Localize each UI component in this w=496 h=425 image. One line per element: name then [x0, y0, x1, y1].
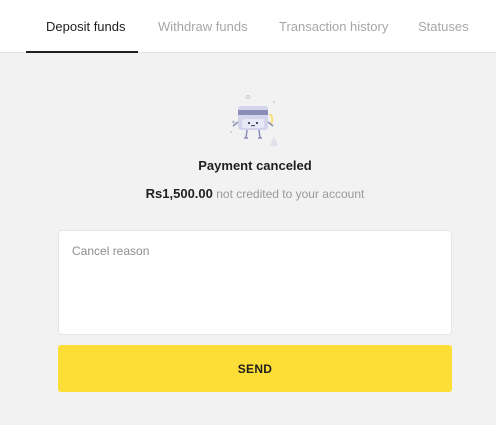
active-tab-indicator: [26, 51, 138, 53]
cancel-reason-box: [58, 230, 452, 335]
tab-statuses[interactable]: Statuses: [418, 0, 469, 53]
payment-status-text: not credited to your account: [216, 187, 365, 201]
tab-transaction-history[interactable]: Transaction history: [279, 0, 388, 53]
payment-status-message: Rs1,500.00 not credited to your account: [0, 186, 496, 201]
cancel-reason-input[interactable]: [59, 231, 451, 334]
card-character-icon: [224, 92, 284, 150]
tab-deposit-funds[interactable]: Deposit funds: [46, 0, 126, 53]
send-button[interactable]: SEND: [58, 345, 452, 392]
tab-bar: Deposit funds Withdraw funds Transaction…: [0, 0, 496, 53]
tab-withdraw-funds[interactable]: Withdraw funds: [158, 0, 248, 53]
payment-amount: Rs1,500.00: [145, 186, 213, 201]
payment-status-title: Payment canceled: [198, 158, 312, 173]
